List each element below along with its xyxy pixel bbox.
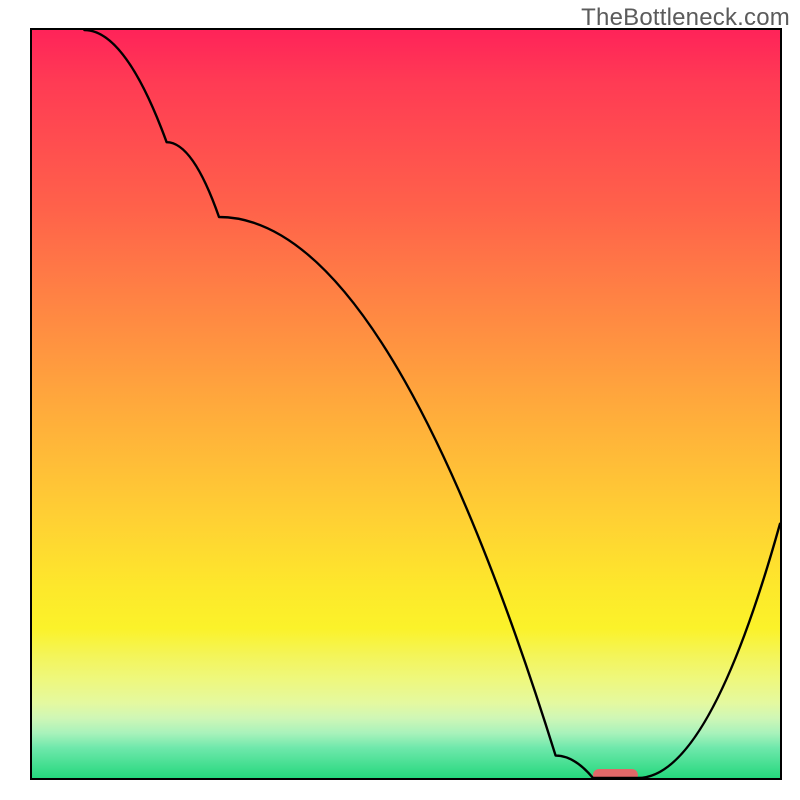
optimal-marker: [593, 769, 638, 778]
bottleneck-curve: [84, 30, 780, 778]
plot-area: [30, 28, 782, 780]
bottleneck-chart-container: TheBottleneck.com: [0, 0, 800, 800]
watermark-text: TheBottleneck.com: [581, 4, 790, 32]
chart-svg: [32, 30, 780, 778]
